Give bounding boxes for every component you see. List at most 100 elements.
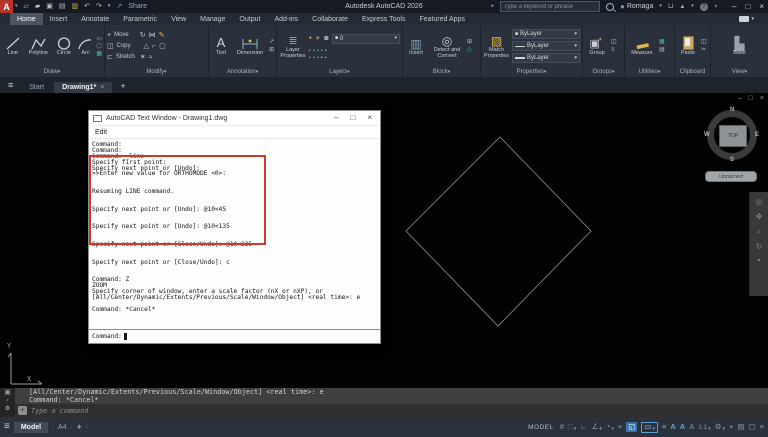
grid-display-icon[interactable] [560, 423, 564, 431]
annotation-panel-label[interactable]: Annotation [227, 69, 258, 75]
move-tool-icon[interactable] [107, 32, 111, 39]
command-input-icon[interactable]: + [18, 406, 27, 415]
line-tool-button[interactable]: Line [2, 35, 24, 57]
diamond-polygon[interactable] [406, 137, 591, 326]
layer-walk-icon[interactable] [325, 49, 327, 55]
account-caret-icon[interactable] [659, 4, 662, 9]
text-window-maximize-icon[interactable] [350, 114, 355, 122]
layer-thaw-all-icon[interactable] [313, 56, 315, 62]
recent-commands-icon[interactable]: ‹ [7, 398, 9, 404]
zoom-tool-icon[interactable] [757, 228, 761, 236]
layer-dropdown[interactable]: 0 [332, 34, 400, 44]
save-as-icon[interactable] [59, 3, 66, 10]
tab-output[interactable]: Output [232, 13, 267, 25]
object-color-dropdown[interactable]: ByLayer [512, 29, 580, 39]
tab-collaborate[interactable]: Collaborate [305, 13, 355, 25]
osnap-caret-icon[interactable] [652, 423, 655, 432]
model-space-indicator[interactable]: MODEL [528, 424, 554, 431]
properties-panel-label[interactable]: Properties [517, 69, 547, 75]
dynamic-input-icon[interactable] [644, 423, 651, 431]
new-layout-icon[interactable] [77, 423, 82, 432]
quick-properties-icon[interactable] [737, 423, 744, 431]
array-tool-icon[interactable] [140, 54, 146, 61]
layout-a4-tab[interactable]: A4 [58, 424, 67, 431]
viewcube-north[interactable]: N [730, 107, 734, 113]
tab-home[interactable]: Home [10, 13, 43, 25]
rotate-tool-icon[interactable] [140, 32, 146, 39]
command-customize-icon[interactable] [5, 406, 10, 412]
clean-screen-icon[interactable] [749, 423, 756, 431]
quick-calc-icon[interactable] [659, 47, 665, 53]
layer-isolate-icon[interactable] [309, 49, 311, 55]
block-attributes-icon[interactable] [467, 47, 472, 53]
save-icon[interactable] [46, 3, 53, 10]
group-edit-icon[interactable] [611, 47, 617, 53]
hatch-tool-icon[interactable] [96, 51, 102, 57]
minimize-icon[interactable] [732, 3, 736, 11]
text-window-history[interactable]: Command:Command:Command: _lineSpecify fi… [89, 139, 380, 334]
tab-annotate[interactable]: Annotate [74, 13, 116, 25]
tab-express-tools[interactable]: Express Tools [355, 13, 412, 25]
leader-tool-icon[interactable] [269, 39, 274, 45]
layer-match-icon[interactable] [321, 49, 323, 55]
object-snap-tracking-icon[interactable] [618, 423, 622, 431]
clipboard-panel-label[interactable]: Clipboard [680, 69, 706, 75]
circle-tool-button[interactable]: Circle [53, 35, 75, 57]
move-label[interactable]: Move [114, 32, 129, 38]
layer-states-icon[interactable] [325, 56, 327, 62]
feedback-icon[interactable] [714, 3, 718, 10]
detect-convert-button[interactable]: Detect and Convert [429, 32, 465, 60]
layer-prev-icon[interactable] [321, 56, 323, 62]
linetype-dropdown[interactable]: ByLayer [512, 41, 580, 51]
viewcube[interactable]: N S W E TOP [704, 107, 760, 163]
search-input[interactable] [500, 1, 600, 12]
text-window-close-icon[interactable] [367, 114, 372, 122]
tab-manage[interactable]: Manage [193, 13, 232, 25]
open-file-icon[interactable] [35, 3, 40, 10]
autoscale-icon[interactable] [680, 423, 685, 431]
share-label[interactable]: Share [128, 3, 147, 10]
stretch-tool-icon[interactable] [107, 54, 113, 61]
layer-on-all-icon[interactable] [317, 56, 319, 62]
copy-label[interactable]: Copy [117, 43, 131, 49]
drawing-canvas[interactable]: Y X N S W E TOP Unnamed AutoCAD Text Win… [0, 93, 768, 388]
pan-icon[interactable] [756, 213, 763, 221]
viewcube-top-face[interactable]: TOP [719, 125, 747, 147]
text-window[interactable]: AutoCAD Text Window - Drawing1.dwg Edit … [88, 110, 381, 344]
base-view-button[interactable]: Base [727, 35, 753, 57]
text-window-minimize-icon[interactable] [334, 114, 338, 122]
plot-icon[interactable] [72, 3, 79, 10]
create-block-icon[interactable] [467, 39, 472, 45]
autodesk-access-icon[interactable] [679, 4, 685, 10]
draw-panel-label[interactable]: Draw [44, 69, 61, 75]
group-button[interactable]: Group [585, 35, 609, 57]
layer-thaw-icon[interactable] [315, 36, 320, 42]
block-panel-label[interactable]: Block [433, 69, 450, 75]
layer-properties-button[interactable]: Layer Properties [279, 32, 307, 60]
command-input-row[interactable]: + Type a command [15, 404, 768, 417]
undo-icon[interactable] [84, 3, 90, 10]
text-tool-button[interactable]: A Text [211, 35, 231, 57]
new-file-icon[interactable] [24, 3, 29, 10]
workspace-caret-icon[interactable] [723, 423, 726, 432]
command-history[interactable]: [All/Center/Dynamic/Extents/Previous/Sca… [15, 388, 768, 404]
steering-wheel-icon[interactable] [756, 198, 763, 206]
help-icon[interactable]: ? [700, 3, 708, 11]
tab-parametric[interactable]: Parametric [116, 13, 164, 25]
arc-tool-button[interactable]: Arc [77, 35, 95, 57]
workspace-switching-icon[interactable] [715, 423, 722, 431]
rectangle-tool-icon[interactable] [96, 36, 102, 42]
edit-menu[interactable]: Edit [95, 129, 107, 136]
file-tab-menu-icon[interactable] [0, 81, 21, 93]
viewcube-east[interactable]: E [755, 132, 759, 138]
viewcube-west[interactable]: W [704, 132, 710, 138]
erase-tool-icon[interactable] [159, 32, 165, 39]
lineweight-dropdown[interactable]: ByLayer [512, 53, 580, 63]
text-window-titlebar[interactable]: AutoCAD Text Window - Drawing1.dwg [89, 111, 380, 126]
ungroup-icon[interactable] [611, 39, 617, 45]
snap-caret-icon[interactable] [574, 423, 577, 432]
app-store-icon[interactable] [668, 3, 673, 10]
customization-icon[interactable] [760, 423, 764, 431]
redo-icon[interactable] [96, 3, 102, 10]
tab-featured-apps[interactable]: Featured Apps [412, 13, 472, 25]
